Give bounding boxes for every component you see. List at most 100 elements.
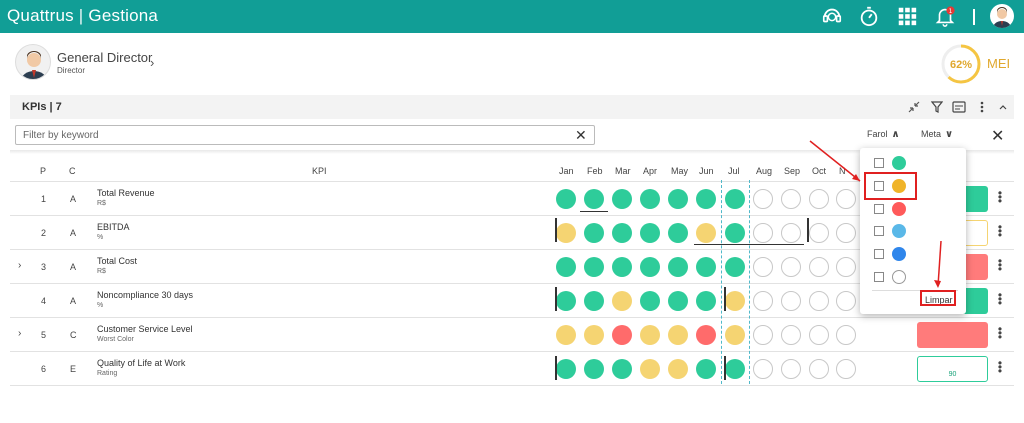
farol-dot-green[interactable] <box>725 189 745 209</box>
farol-dot-green[interactable] <box>640 257 660 277</box>
farol-dot-empty[interactable] <box>753 189 773 209</box>
bell-icon[interactable]: 1 <box>934 5 956 27</box>
support-icon[interactable] <box>821 5 843 27</box>
row-menu-icon[interactable]: • • • <box>996 289 1004 309</box>
farol-dot-empty[interactable] <box>809 291 829 311</box>
apps-grid-icon[interactable] <box>896 5 918 27</box>
farol-dot-green[interactable] <box>696 359 716 379</box>
farol-dot-yellow[interactable] <box>640 325 660 345</box>
farol-dot-yellow[interactable] <box>556 325 576 345</box>
farol-dot-yellow[interactable] <box>640 359 660 379</box>
farol-dot-yellow[interactable] <box>668 359 688 379</box>
farol-dot-empty[interactable] <box>836 189 856 209</box>
farol-dot-green[interactable] <box>556 189 576 209</box>
clear-filter-icon[interactable]: ✕ <box>575 127 587 143</box>
farol-dot-green[interactable] <box>556 257 576 277</box>
checkbox[interactable] <box>874 249 884 260</box>
farol-dot-empty[interactable] <box>753 325 773 345</box>
farol-dot-green[interactable] <box>668 223 688 243</box>
farol-dot-empty[interactable] <box>781 291 801 311</box>
farol-toggle[interactable]: Farol ∧ <box>867 129 900 140</box>
row-menu-icon[interactable]: • • • <box>996 221 1004 241</box>
expand-row-icon[interactable]: › <box>18 328 21 339</box>
farol-dot-yellow[interactable] <box>696 223 716 243</box>
meta-indicator[interactable] <box>917 322 988 348</box>
row-menu-icon[interactable]: • • • <box>996 187 1004 207</box>
farol-dot-empty[interactable] <box>753 223 773 243</box>
subtitles-icon[interactable] <box>951 99 967 115</box>
farol-dot-empty[interactable] <box>809 257 829 277</box>
farol-dot-empty[interactable] <box>781 257 801 277</box>
farol-dot-empty[interactable] <box>809 325 829 345</box>
farol-dot-green[interactable] <box>668 189 688 209</box>
meta-indicator[interactable]: 90 <box>917 356 988 382</box>
farol-dot-green[interactable] <box>696 291 716 311</box>
checkbox[interactable] <box>874 158 884 168</box>
farol-dot-green[interactable] <box>612 189 632 209</box>
more-vertical-icon[interactable] <box>974 99 990 115</box>
close-icon[interactable]: ✕ <box>991 126 1004 146</box>
farol-dot-green[interactable] <box>556 291 576 311</box>
row-menu-icon[interactable]: • • • <box>996 323 1004 343</box>
farol-dot-empty[interactable] <box>781 189 801 209</box>
meta-toggle[interactable]: Meta ∨ <box>921 129 953 140</box>
farol-dot-green[interactable] <box>556 359 576 379</box>
expand-row-icon[interactable]: › <box>18 260 21 271</box>
farol-dot-green[interactable] <box>640 189 660 209</box>
farol-dot-green[interactable] <box>725 257 745 277</box>
farol-dot-empty[interactable] <box>781 325 801 345</box>
farol-dot-empty[interactable] <box>836 291 856 311</box>
farol-dot-empty[interactable] <box>809 359 829 379</box>
kpi-name[interactable]: Customer Service Level <box>97 324 193 334</box>
farol-option-blue[interactable] <box>860 244 966 266</box>
farol-dot-green[interactable] <box>696 189 716 209</box>
row-menu-icon[interactable]: • • • <box>996 357 1004 377</box>
checkbox[interactable] <box>874 203 884 214</box>
filter-input[interactable] <box>15 125 595 145</box>
chevron-right-icon[interactable]: › <box>150 55 154 70</box>
farol-dot-green[interactable] <box>584 291 604 311</box>
farol-dot-red[interactable] <box>612 325 632 345</box>
farol-dot-yellow[interactable] <box>612 291 632 311</box>
farol-dot-empty[interactable] <box>753 291 773 311</box>
mei-gauge[interactable]: 62% <box>940 43 982 85</box>
brand-logo[interactable]: Quattrus | Gestiona <box>7 6 158 26</box>
kpi-name[interactable]: Total Cost <box>97 256 137 266</box>
farol-dot-empty[interactable] <box>836 257 856 277</box>
stopwatch-icon[interactable] <box>858 5 880 27</box>
farol-dot-green[interactable] <box>584 223 604 243</box>
farol-dot-yellow[interactable] <box>725 325 745 345</box>
farol-dot-yellow[interactable] <box>584 325 604 345</box>
farol-dot-green[interactable] <box>668 257 688 277</box>
farol-option-none[interactable] <box>860 267 966 289</box>
farol-dot-yellow[interactable] <box>556 223 576 243</box>
farol-dot-empty[interactable] <box>836 325 856 345</box>
farol-dot-green[interactable] <box>612 223 632 243</box>
farol-dot-empty[interactable] <box>781 223 801 243</box>
farol-dot-green[interactable] <box>584 359 604 379</box>
collapse-icon[interactable] <box>906 99 922 115</box>
farol-dot-green[interactable] <box>640 223 660 243</box>
kpi-name[interactable]: Quality of Life at Work <box>97 358 185 368</box>
kpi-name[interactable]: EBITDA <box>97 222 130 232</box>
filter-icon[interactable] <box>929 99 945 115</box>
farol-dot-green[interactable] <box>725 359 745 379</box>
farol-option-red[interactable] <box>860 199 966 221</box>
farol-dot-yellow[interactable] <box>668 325 688 345</box>
kpi-name[interactable]: Noncompliance 30 days <box>97 290 193 300</box>
farol-dot-green[interactable] <box>696 257 716 277</box>
farol-dot-green[interactable] <box>584 257 604 277</box>
chevron-up-icon[interactable] <box>995 99 1011 115</box>
farol-dot-empty[interactable] <box>809 223 829 243</box>
farol-dot-empty[interactable] <box>809 189 829 209</box>
checkbox[interactable] <box>874 226 884 237</box>
farol-option-light-blue[interactable] <box>860 221 966 243</box>
farol-dot-green[interactable] <box>612 359 632 379</box>
checkbox[interactable] <box>874 272 884 282</box>
user-avatar-icon[interactable] <box>990 4 1014 28</box>
farol-dot-empty[interactable] <box>836 359 856 379</box>
row-menu-icon[interactable]: • • • <box>996 255 1004 275</box>
farol-dot-green[interactable] <box>725 223 745 243</box>
farol-dot-empty[interactable] <box>836 223 856 243</box>
kpi-name[interactable]: Total Revenue <box>97 188 155 198</box>
